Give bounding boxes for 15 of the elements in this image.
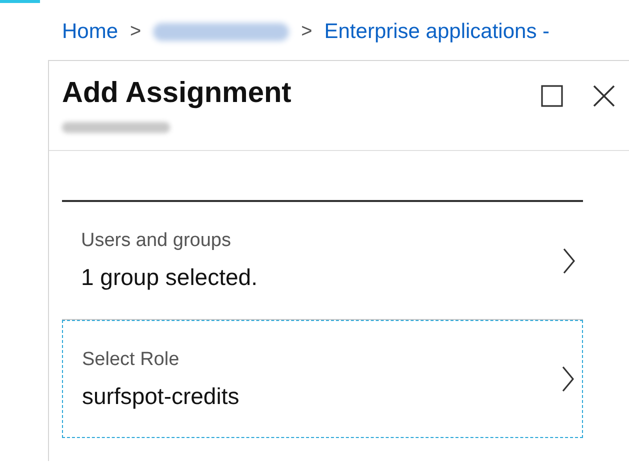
picker-row[interactable]: Select Role surfspot-credits <box>62 320 583 438</box>
chevron-icon[interactable] <box>562 366 574 392</box>
maximize-icon[interactable] <box>541 85 563 107</box>
field-label: Users and groups <box>81 230 232 252</box>
breadcrumb-link[interactable]: Home <box>62 20 118 44</box>
close-icon[interactable] <box>593 85 615 107</box>
breadcrumb-link[interactable]: Enterprise applications - <box>324 20 550 44</box>
field-value: 1 group selected. <box>81 264 258 291</box>
chevron-icon[interactable] <box>563 248 575 274</box>
breadcrumb-separator: > <box>301 20 312 42</box>
field-value: surfspot-credits <box>82 382 240 410</box>
field-label: Select Role <box>82 348 180 370</box>
blade-title: Add Assignment <box>62 77 292 110</box>
breadcrumb-separator: > <box>130 20 142 42</box>
picker-row[interactable]: Users and groups 1 group selected. <box>62 202 583 320</box>
